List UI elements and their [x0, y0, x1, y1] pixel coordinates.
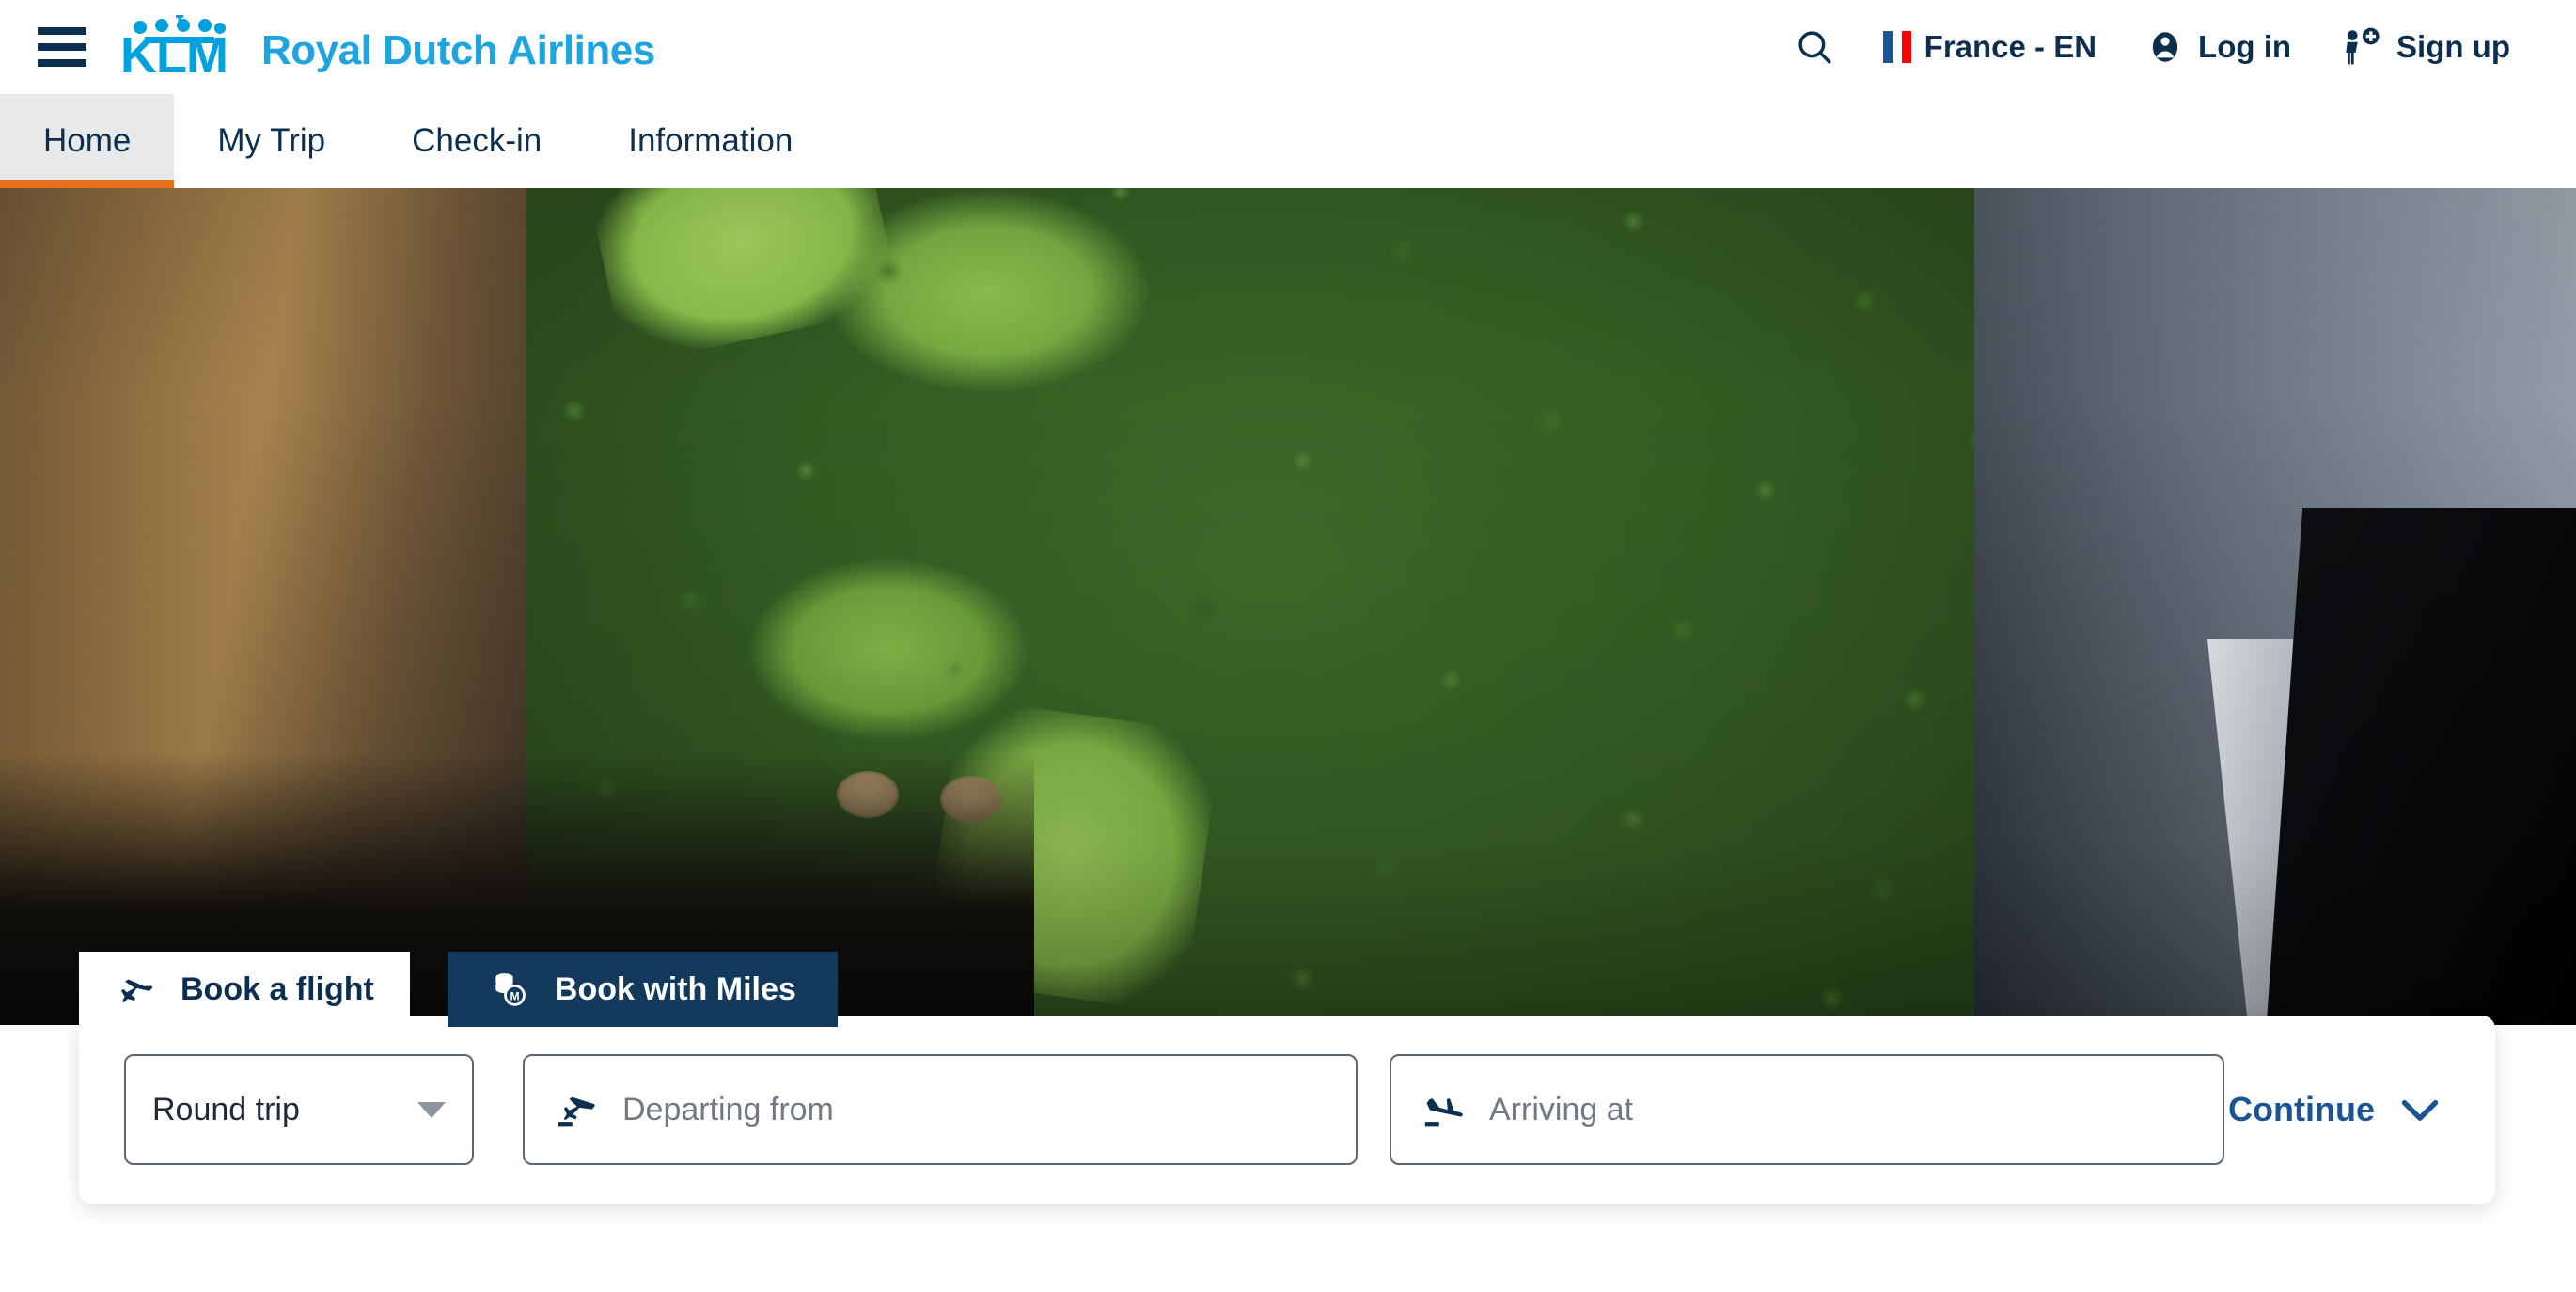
arriving-at-field[interactable]: Arriving at [1390, 1054, 2224, 1165]
signup-button[interactable]: Sign up [2316, 26, 2535, 68]
svg-text:M: M [510, 990, 519, 1003]
site-header: KLM Royal Dutch Airlines France - EN Log… [0, 0, 2576, 94]
form-row: Round trip Departing from Arriving at Co… [79, 1054, 2495, 1165]
nav-tab-my-trip-label: My Trip [217, 122, 326, 159]
locale-label: France - EN [1924, 29, 2097, 64]
continue-button[interactable]: Continue [2228, 1090, 2450, 1129]
airplane-icon [120, 979, 153, 1003]
user-account-icon [2152, 32, 2178, 62]
klm-logomark: KLM [120, 13, 241, 81]
tab-book-a-flight[interactable]: Book a flight [79, 952, 410, 1027]
login-label: Log in [2198, 29, 2292, 64]
menu-bar-2 [38, 43, 86, 51]
hamburger-menu-icon[interactable] [38, 27, 86, 67]
nav-tab-home-label: Home [43, 122, 132, 159]
user-add-icon [2346, 27, 2380, 65]
klm-logo[interactable]: KLM Royal Dutch Airlines [120, 13, 655, 81]
continue-label: Continue [2228, 1090, 2375, 1128]
menu-bar-3 [38, 59, 86, 67]
nav-tab-check-in[interactable]: Check-in [369, 94, 585, 188]
trip-type-value: Round trip [152, 1091, 300, 1127]
brand-name: Royal Dutch Airlines [261, 27, 655, 73]
login-button[interactable]: Log in [2121, 27, 2316, 67]
nav-tab-my-trip[interactable]: My Trip [174, 94, 369, 188]
nav-tab-home[interactable]: Home [0, 94, 175, 188]
search-icon [1798, 31, 1831, 64]
chevron-down-icon [2401, 1099, 2439, 1121]
plane-landing-icon [1424, 1097, 1463, 1127]
image-overlay [0, 188, 2576, 1025]
hero-banner [0, 188, 2576, 1025]
tab-book-with-miles[interactable]: M Book with Miles [447, 952, 838, 1027]
miles-coins-icon: M [495, 973, 526, 1006]
klm-homepage: KLM Royal Dutch Airlines France - EN Log… [0, 0, 2576, 1292]
main-navigation: Home My Trip Check-in Information [0, 94, 2576, 188]
hero-image-central-park [0, 188, 2576, 1025]
arriving-at-placeholder: Arriving at [1489, 1091, 1634, 1127]
tab-book-with-miles-label: Book with Miles [554, 970, 796, 1007]
tab-book-a-flight-label: Book a flight [181, 970, 374, 1007]
nav-tab-check-in-label: Check-in [412, 122, 542, 159]
departing-from-field[interactable]: Departing from [523, 1054, 1358, 1165]
france-flag-icon [1882, 31, 1911, 63]
signup-label: Sign up [2396, 29, 2510, 64]
klm-wordmark: KLM [120, 27, 228, 84]
search-button[interactable] [1770, 27, 1859, 67]
header-actions: France - EN Log in Sign up [1770, 26, 2535, 68]
menu-bar-1 [38, 27, 86, 35]
flight-search-form: Round trip Departing from Arriving at Co… [79, 1016, 2495, 1204]
booking-tabs: Book a flight M Book with Miles [79, 952, 838, 1027]
plane-takeoff-icon [558, 1096, 595, 1127]
nav-tab-information-label: Information [628, 122, 793, 159]
chevron-down-icon [417, 1101, 446, 1118]
nav-tab-information[interactable]: Information [585, 94, 836, 188]
trip-type-select[interactable]: Round trip [124, 1054, 474, 1165]
locale-selector[interactable]: France - EN [1859, 29, 2121, 65]
departing-from-placeholder: Departing from [622, 1091, 834, 1127]
